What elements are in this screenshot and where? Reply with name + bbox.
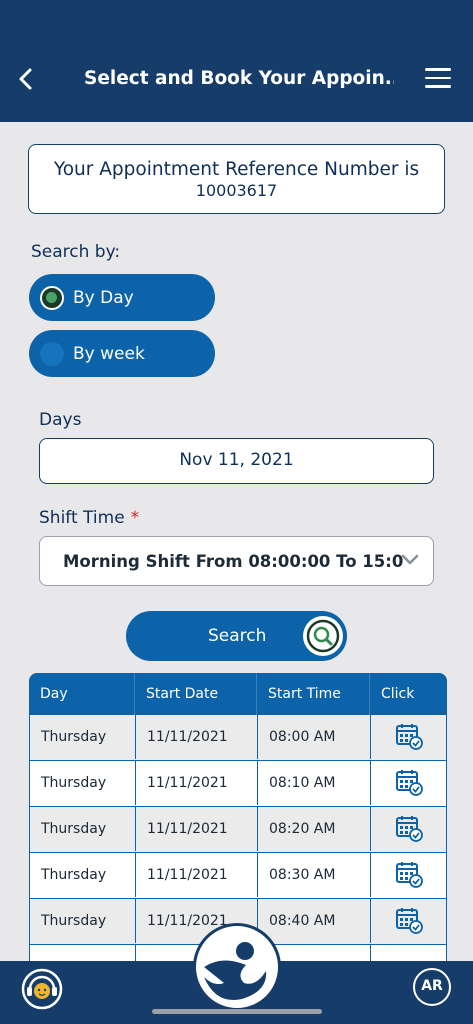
column-header-day: Day [40, 686, 68, 702]
back-button[interactable] [14, 64, 40, 94]
column-header-start-time: Start Time [256, 673, 369, 715]
cell-start-date: 11/11/2021 [135, 761, 257, 805]
search-by-label: Search by: [31, 242, 121, 262]
radio-label: By Day [73, 288, 134, 308]
page-title: Select and Book Your Appoin... [84, 68, 394, 89]
support-agent-icon[interactable] [21, 968, 63, 1010]
app-header: Select and Book Your Appoin... [0, 0, 473, 122]
table-row: Thursday 11/11/2021 08:20 AM [29, 807, 447, 853]
reference-label: Your Appointment Reference Number is [53, 159, 420, 180]
radio-by-week[interactable]: By week [29, 330, 215, 377]
table-row: Thursday 11/11/2021 08:00 AM [29, 715, 447, 761]
cell-start-time: 08:10 AM [257, 761, 370, 805]
app-logo-button[interactable] [193, 923, 281, 1011]
appointments-table: Day Start Date Start Time Click Thursday… [29, 673, 447, 965]
column-header-click: Click [369, 673, 445, 715]
radio-checked-icon [40, 286, 64, 310]
search-button-label: Search [208, 626, 267, 646]
shift-time-select[interactable]: Morning Shift From 08:00:00 To 15:00:00 [39, 536, 434, 586]
shift-time-text: Shift Time [39, 508, 125, 528]
calendar-check-icon[interactable] [395, 906, 423, 934]
cell-start-date: 11/11/2021 [135, 715, 257, 759]
cell-day: Thursday [41, 867, 107, 883]
calendar-check-icon[interactable] [395, 860, 423, 888]
cell-start-date: 11/11/2021 [135, 853, 257, 897]
date-field[interactable]: Nov 11, 2021 [39, 438, 434, 484]
chevron-left-icon [19, 68, 32, 90]
menu-button[interactable] [425, 68, 453, 90]
cell-day: Thursday [41, 775, 107, 791]
radio-unchecked-icon [40, 342, 64, 366]
search-icon [303, 616, 343, 656]
search-button[interactable]: Search [126, 611, 347, 661]
home-indicator [152, 1009, 322, 1014]
reference-box: Your Appointment Reference Number is 100… [28, 144, 445, 214]
chevron-down-icon [401, 554, 419, 565]
radio-by-day[interactable]: By Day [29, 274, 215, 321]
cell-start-time: 08:30 AM [257, 853, 370, 897]
cell-start-time: 08:20 AM [257, 807, 370, 851]
reference-number: 10003617 [195, 181, 278, 200]
table-row: Thursday 11/11/2021 08:30 AM [29, 853, 447, 899]
cell-book [370, 715, 446, 759]
column-header-start-date: Start Date [134, 673, 256, 715]
days-label: Days [39, 410, 82, 430]
shift-time-value: Morning Shift From 08:00:00 To 15:00:00 [63, 552, 403, 571]
cell-day: Thursday [41, 913, 107, 929]
radio-label: By week [73, 344, 145, 364]
cell-book [370, 807, 446, 851]
cell-start-date: 11/11/2021 [135, 807, 257, 851]
calendar-check-icon[interactable] [395, 768, 423, 796]
required-mark: * [130, 508, 140, 528]
app-logo-icon [204, 942, 267, 1001]
hamburger-icon [425, 68, 451, 71]
cell-book [370, 899, 446, 943]
calendar-check-icon[interactable] [395, 814, 423, 842]
cell-day: Thursday [41, 821, 107, 837]
table-row: Thursday 11/11/2021 08:10 AM [29, 761, 447, 807]
calendar-check-icon[interactable] [395, 722, 423, 750]
shift-time-label: Shift Time * [39, 508, 139, 528]
language-toggle-button[interactable]: AR [413, 968, 451, 1006]
cell-day: Thursday [41, 729, 107, 745]
cell-book [370, 853, 446, 897]
table-header: Day Start Date Start Time Click [29, 673, 447, 715]
cell-book [370, 761, 446, 805]
cell-start-time: 08:00 AM [257, 715, 370, 759]
